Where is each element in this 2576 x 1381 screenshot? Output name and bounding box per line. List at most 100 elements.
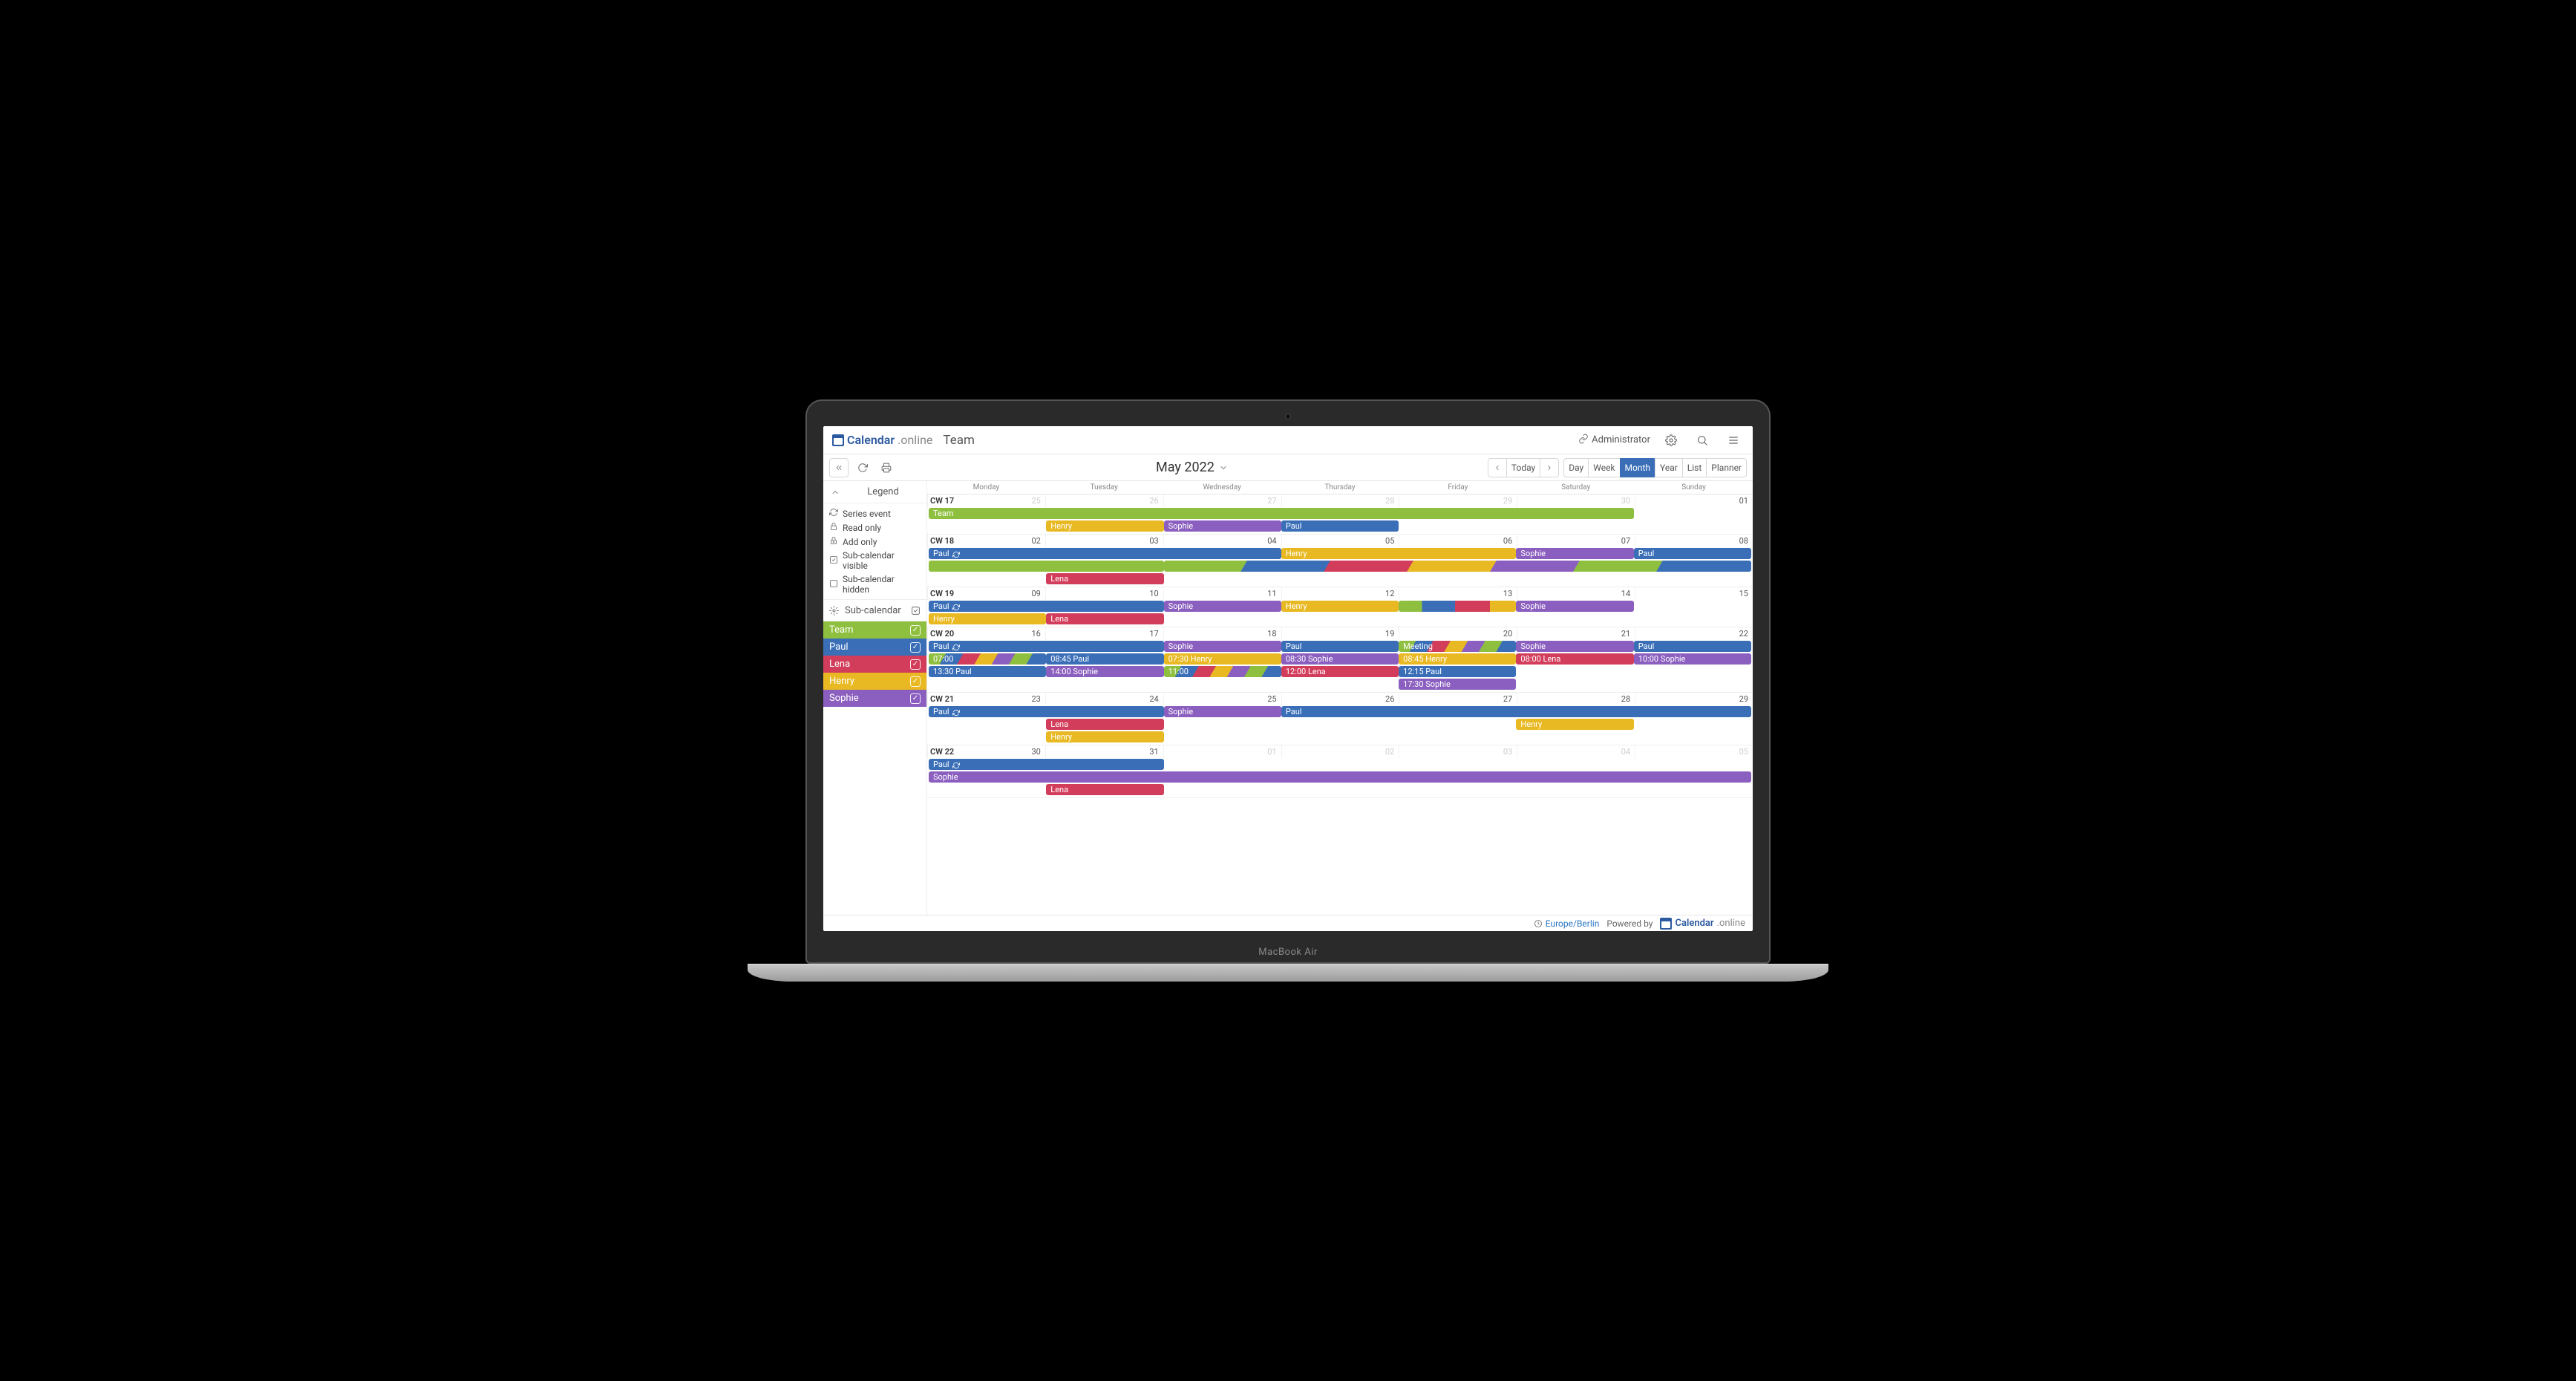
date-cell[interactable]: 18 xyxy=(1163,627,1281,640)
event[interactable]: Paul xyxy=(1634,548,1751,559)
legend-header[interactable]: Legend xyxy=(823,481,926,503)
event[interactable]: Paul xyxy=(929,548,1281,559)
date-cell[interactable]: 22 xyxy=(1635,627,1753,640)
date-cell[interactable]: 26 xyxy=(1045,494,1163,507)
checkbox-checked-icon[interactable]: ✓ xyxy=(910,676,921,687)
event[interactable]: Henry xyxy=(929,613,1046,624)
date-cell[interactable]: 10 xyxy=(1045,587,1163,600)
date-cell[interactable]: 04 xyxy=(1163,535,1281,547)
date-cell[interactable]: 07 xyxy=(1517,535,1635,547)
collapse-sidebar-button[interactable] xyxy=(829,458,849,477)
event[interactable]: Paul xyxy=(1634,641,1751,652)
date-cell[interactable]: 20 xyxy=(1399,627,1517,640)
date-cell[interactable]: 19 xyxy=(1281,627,1399,640)
event[interactable]: Sophie xyxy=(1164,520,1281,532)
date-cell[interactable]: 05 xyxy=(1635,745,1753,758)
calendar-grid[interactable]: MondayTuesdayWednesdayThursdayFridaySatu… xyxy=(927,481,1753,915)
next-button[interactable] xyxy=(1540,458,1559,477)
event[interactable]: 12:15 Paul xyxy=(1399,666,1516,677)
prev-button[interactable] xyxy=(1488,458,1507,477)
date-cell[interactable]: 28 xyxy=(1281,494,1399,507)
event[interactable]: Sophie xyxy=(1516,641,1633,652)
checkbox-checked-icon[interactable]: ✓ xyxy=(910,625,921,636)
event[interactable] xyxy=(1164,561,1751,572)
timezone[interactable]: Europe/Berlin xyxy=(1534,918,1600,929)
event[interactable]: Sophie xyxy=(1516,601,1633,612)
event[interactable]: Lena xyxy=(1046,573,1163,584)
date-cell[interactable]: 15 xyxy=(1635,587,1753,600)
date-cell[interactable]: 29 xyxy=(1635,693,1753,705)
date-cell[interactable]: 01 xyxy=(1635,494,1753,507)
subcalendar-item[interactable]: Sophie✓ xyxy=(823,690,926,707)
event[interactable]: 08:45 Paul xyxy=(1046,653,1163,665)
event[interactable]: 10:00 Sophie xyxy=(1634,653,1751,665)
date-cell[interactable]: 29 xyxy=(1399,494,1517,507)
date-cell[interactable]: 28 xyxy=(1517,693,1635,705)
date-cell[interactable]: 30 xyxy=(1517,494,1635,507)
event[interactable]: 12:00 Lena xyxy=(1281,666,1399,677)
timezone-label[interactable]: Europe/Berlin xyxy=(1546,918,1600,929)
event[interactable]: Paul xyxy=(1281,641,1399,652)
event[interactable]: 08:00 Lena xyxy=(1516,653,1633,665)
event[interactable]: Sophie xyxy=(929,771,1751,783)
refresh-button[interactable] xyxy=(853,458,872,477)
event[interactable]: Paul xyxy=(1281,706,1751,717)
today-button[interactable]: Today xyxy=(1506,458,1540,477)
date-cell[interactable]: 25 xyxy=(1163,693,1281,705)
event[interactable]: Paul xyxy=(1281,520,1399,532)
view-day[interactable]: Day xyxy=(1563,458,1589,477)
subcalendar-header[interactable]: Sub-calendar xyxy=(823,599,926,621)
view-year[interactable]: Year xyxy=(1655,458,1683,477)
settings-button[interactable] xyxy=(1661,430,1681,451)
subcalendar-item[interactable]: Lena✓ xyxy=(823,656,926,673)
event[interactable]: Sophie xyxy=(1164,601,1281,612)
date-cell[interactable]: 17 xyxy=(1045,627,1163,640)
event[interactable]: Lena xyxy=(1046,784,1163,795)
date-cell[interactable]: 27 xyxy=(1163,494,1281,507)
event[interactable]: Lena xyxy=(1046,719,1163,730)
menu-button[interactable] xyxy=(1723,430,1744,451)
view-planner[interactable]: Planner xyxy=(1706,458,1747,477)
event[interactable]: Paul xyxy=(929,759,1164,770)
subcalendar-item[interactable]: Henry✓ xyxy=(823,673,926,690)
month-title[interactable]: May 2022 xyxy=(900,460,1483,475)
event[interactable]: Sophie xyxy=(1164,641,1281,652)
date-cell[interactable]: 26 xyxy=(1281,693,1399,705)
event[interactable]: Sophie xyxy=(1516,548,1633,559)
print-button[interactable] xyxy=(877,458,896,477)
date-cell[interactable]: 14 xyxy=(1517,587,1635,600)
event[interactable]: 14:00 Sophie xyxy=(1046,666,1163,677)
date-cell[interactable]: 02 xyxy=(1281,745,1399,758)
date-cell[interactable]: 11 xyxy=(1163,587,1281,600)
event[interactable]: Lena xyxy=(1046,613,1163,624)
subcalendar-item[interactable]: Paul✓ xyxy=(823,639,926,656)
date-cell[interactable]: 08 xyxy=(1635,535,1753,547)
date-cell[interactable]: 03 xyxy=(1045,535,1163,547)
event[interactable]: 11:00 xyxy=(1164,666,1281,677)
date-cell[interactable]: 13 xyxy=(1399,587,1517,600)
date-cell[interactable]: 27 xyxy=(1399,693,1517,705)
event[interactable] xyxy=(929,561,1164,572)
date-cell[interactable]: 12 xyxy=(1281,587,1399,600)
date-cell[interactable]: 05 xyxy=(1281,535,1399,547)
event[interactable]: Henry xyxy=(1281,548,1517,559)
date-cell[interactable]: 31 xyxy=(1045,745,1163,758)
subcalendar-item[interactable]: Team✓ xyxy=(823,621,926,639)
event[interactable]: 17:30 Sophie xyxy=(1399,679,1516,690)
date-cell[interactable]: 04 xyxy=(1517,745,1635,758)
event[interactable]: Henry xyxy=(1046,731,1163,742)
date-cell[interactable]: 01 xyxy=(1163,745,1281,758)
event[interactable]: Sophie xyxy=(1164,706,1281,717)
view-week[interactable]: Week xyxy=(1588,458,1620,477)
date-cell[interactable]: 03 xyxy=(1399,745,1517,758)
event[interactable]: Meeting xyxy=(1399,641,1516,652)
event[interactable]: Team xyxy=(929,508,1634,519)
event[interactable]: 08:30 Sophie xyxy=(1281,653,1399,665)
event[interactable]: 07:30 Henry xyxy=(1164,653,1281,665)
date-cell[interactable]: 06 xyxy=(1399,535,1517,547)
event[interactable]: Henry xyxy=(1516,719,1633,730)
checkbox-checked-icon[interactable]: ✓ xyxy=(910,642,921,653)
checkbox-checked-icon[interactable] xyxy=(911,606,921,616)
event[interactable]: Henry xyxy=(1046,520,1163,532)
event[interactable]: 07:00 xyxy=(929,653,1046,665)
